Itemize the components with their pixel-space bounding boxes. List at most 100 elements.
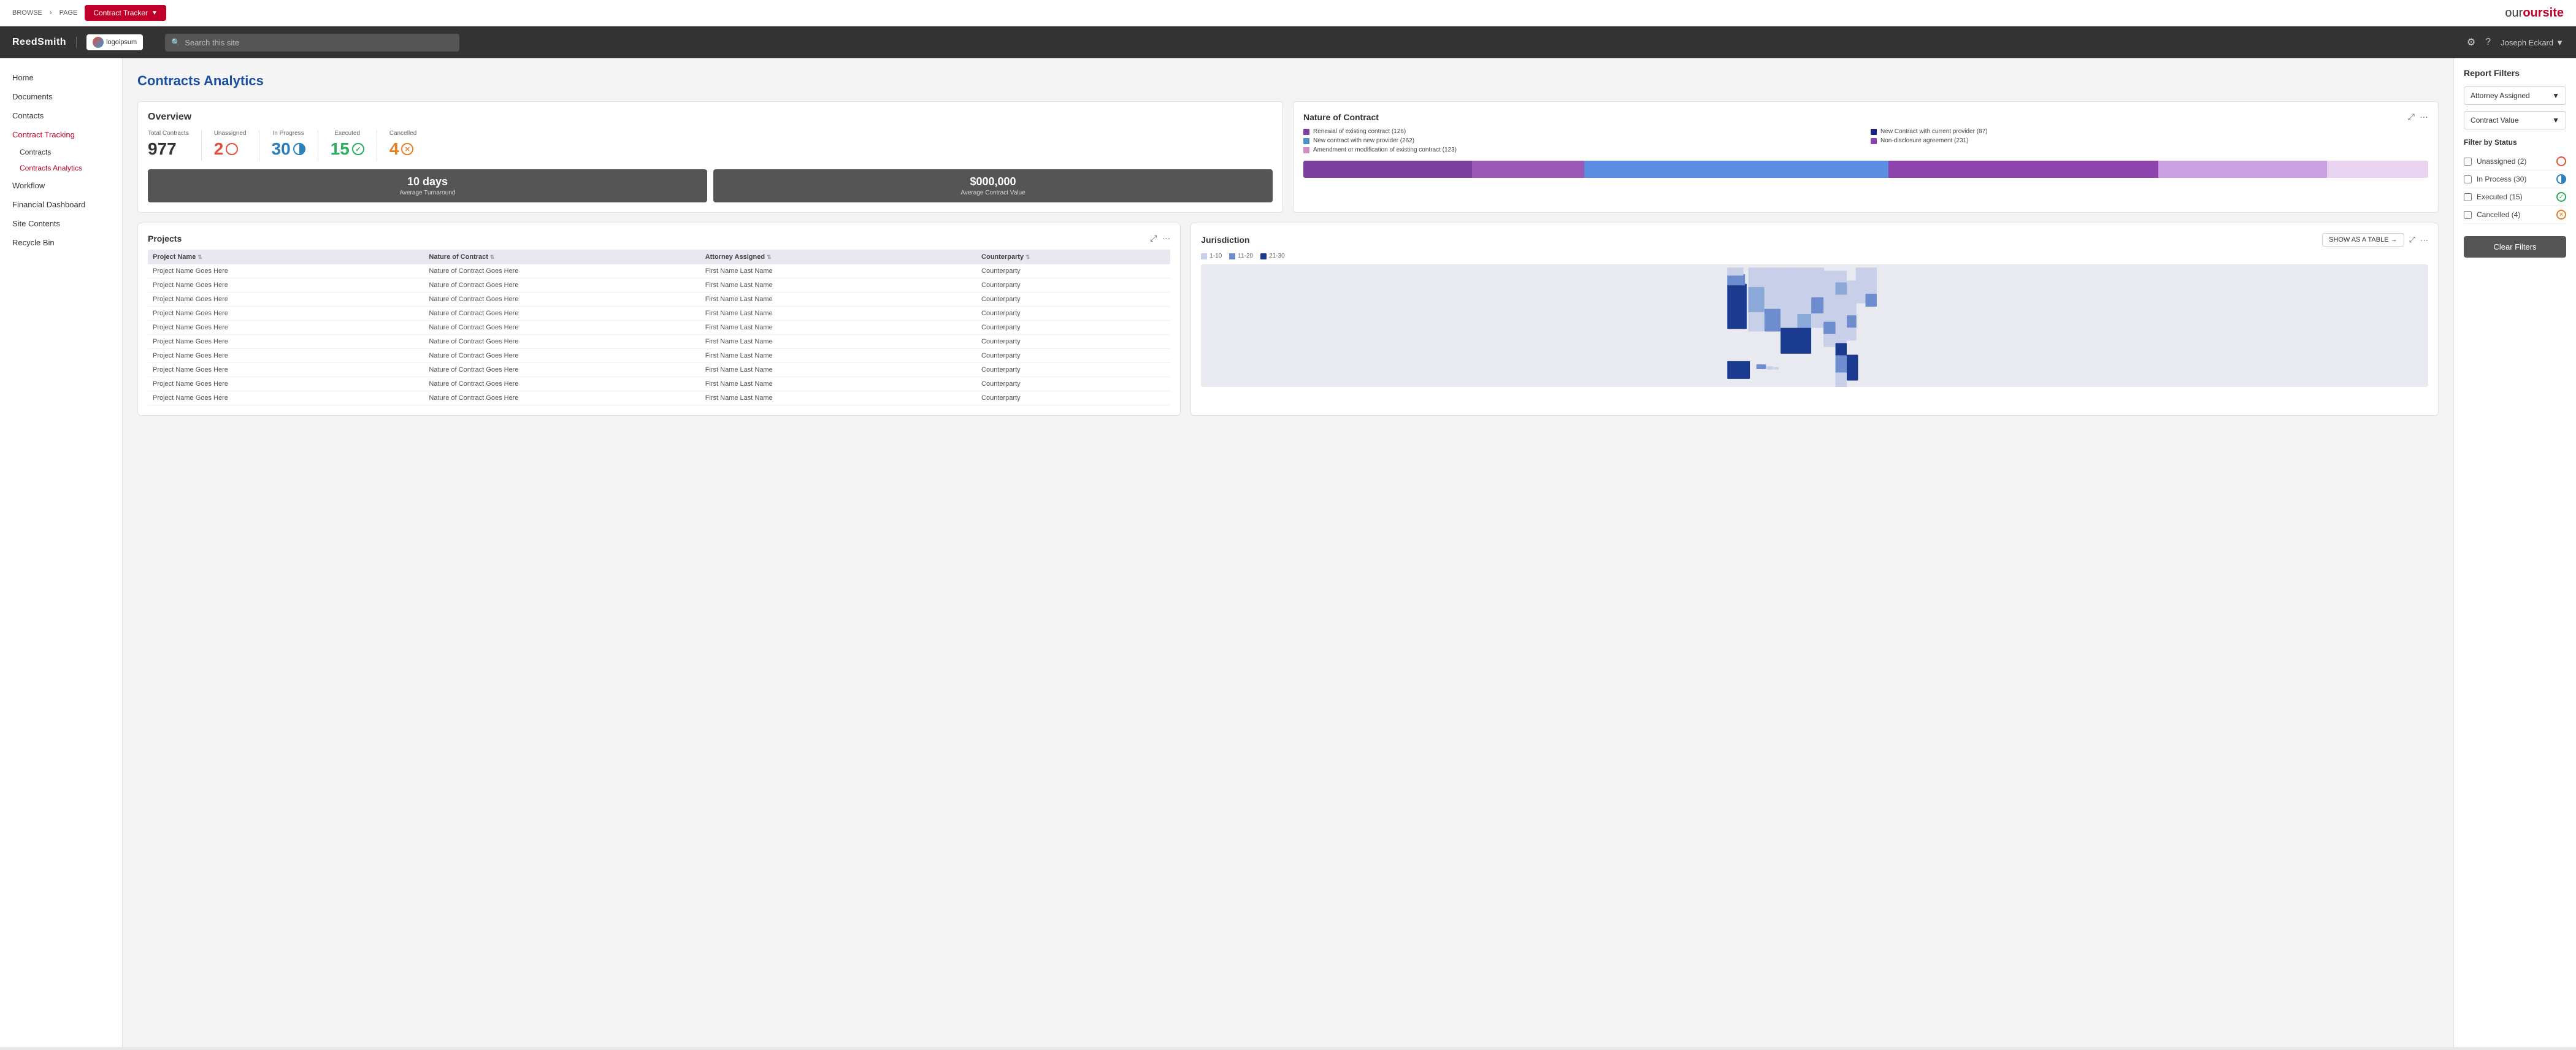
legend-21-30: 21-30 xyxy=(1260,253,1285,259)
state-sd xyxy=(1797,283,1812,299)
projects-table-body: Project Name Goes Here Nature of Contrac… xyxy=(148,264,1170,405)
state-tx xyxy=(1781,328,1811,354)
project-name-cell: Project Name Goes Here xyxy=(153,366,429,374)
sidebar-item-recycle-bin[interactable]: Recycle Bin xyxy=(0,233,122,252)
stats-row: Total Contracts 977 Unassigned 2 xyxy=(148,130,1273,161)
project-name-cell: Project Name Goes Here xyxy=(153,394,429,402)
state-ga xyxy=(1836,355,1847,373)
sidebar: Home Documents Contacts Contract Trackin… xyxy=(0,58,123,1047)
logo-circle-icon xyxy=(93,37,104,48)
state-id xyxy=(1749,267,1765,287)
sidebar-item-financial-dashboard[interactable]: Financial Dashboard xyxy=(0,195,122,214)
expand-jurisdiction-icon[interactable]: ⤢ xyxy=(2409,235,2415,245)
col-attorney[interactable]: Attorney Assigned ⇅ xyxy=(705,253,981,261)
state-wv xyxy=(1836,307,1847,320)
attorney-cell: First Name Last Name xyxy=(705,338,981,345)
project-name-cell: Project Name Goes Here xyxy=(153,282,429,289)
table-row[interactable]: Project Name Goes Here Nature of Contrac… xyxy=(148,335,1170,349)
unassigned-status-icon xyxy=(226,143,238,155)
col-nature[interactable]: Nature of Contract ⇅ xyxy=(429,253,705,261)
table-row[interactable]: Project Name Goes Here Nature of Contrac… xyxy=(148,264,1170,278)
state-nm xyxy=(1765,309,1781,332)
sidebar-item-site-contents[interactable]: Site Contents xyxy=(0,214,122,233)
projects-title: Projects xyxy=(148,234,182,243)
legend-dot-1 xyxy=(1303,129,1309,135)
filter-cancelled: Cancelled (4) ✕ xyxy=(2464,206,2566,224)
filter-unassigned-checkbox[interactable] xyxy=(2464,158,2472,166)
user-menu-button[interactable]: Joseph Eckard ▼ xyxy=(2501,38,2564,47)
brand-name: ReedSmith xyxy=(12,37,77,48)
oursite-logo: ouroursite xyxy=(2505,6,2564,20)
table-row[interactable]: Project Name Goes Here Nature of Contrac… xyxy=(148,349,1170,363)
filter-in-process-checkbox[interactable] xyxy=(2464,175,2472,183)
counterparty-cell: Counterparty xyxy=(981,352,1165,359)
projects-card-actions: ⤢ ··· xyxy=(1150,233,1170,243)
state-vt xyxy=(1856,267,1866,280)
table-row[interactable]: Project Name Goes Here Nature of Contrac… xyxy=(148,363,1170,377)
table-row[interactable]: Project Name Goes Here Nature of Contrac… xyxy=(148,278,1170,293)
state-de xyxy=(1847,304,1857,316)
legend-dot-1-10 xyxy=(1201,253,1207,259)
table-row[interactable]: Project Name Goes Here Nature of Contrac… xyxy=(148,307,1170,321)
projects-card-header: Projects ⤢ ··· xyxy=(148,233,1170,243)
col-project-name[interactable]: Project Name ⇅ xyxy=(153,253,429,261)
filter-executed-checkbox[interactable] xyxy=(2464,193,2472,201)
cancelled-status-icon: ✕ xyxy=(401,143,413,155)
sidebar-sub-contracts[interactable]: Contracts xyxy=(0,144,122,160)
show-as-table-button[interactable]: SHOW AS A TABLE → xyxy=(2322,233,2404,247)
table-row[interactable]: Project Name Goes Here Nature of Contrac… xyxy=(148,293,1170,307)
more-projects-icon[interactable]: ··· xyxy=(1162,233,1170,243)
table-row[interactable]: Project Name Goes Here Nature of Contrac… xyxy=(148,377,1170,391)
col-counterparty[interactable]: Counterparty ⇅ xyxy=(981,253,1165,261)
expand-icon[interactable]: ⤢ xyxy=(2408,112,2415,122)
jurisdiction-title: Jurisdiction xyxy=(1201,235,1249,245)
contract-tracker-button[interactable]: Contract Tracker ▼ xyxy=(85,5,166,21)
search-input[interactable] xyxy=(165,34,459,52)
filter-cancelled-checkbox[interactable] xyxy=(2464,211,2472,219)
state-tn xyxy=(1823,310,1836,323)
state-il xyxy=(1823,283,1836,297)
bar-seg-6 xyxy=(2327,161,2428,178)
state-ct xyxy=(1856,280,1866,293)
state-wi xyxy=(1823,271,1836,284)
table-row[interactable]: Project Name Goes Here Nature of Contrac… xyxy=(148,391,1170,405)
breadcrumb-browse[interactable]: BROWSE xyxy=(12,9,42,17)
legend-1-10: 1-10 xyxy=(1201,253,1222,259)
legend-label-5: Non-disclosure agreement (231) xyxy=(1880,137,1968,144)
state-ar xyxy=(1811,313,1824,328)
sidebar-item-home[interactable]: Home xyxy=(0,68,122,87)
contract-value-metric: $000,000 Average Contract Value xyxy=(713,169,1273,202)
state-oh xyxy=(1836,294,1847,307)
more-icon[interactable]: ··· xyxy=(2420,112,2428,122)
expand-projects-icon[interactable]: ⤢ xyxy=(1150,233,1157,243)
state-mi xyxy=(1836,271,1847,283)
clear-filters-button[interactable]: Clear Filters xyxy=(2464,236,2566,258)
settings-icon[interactable]: ⚙ xyxy=(2467,36,2475,48)
contract-value-dropdown[interactable]: Contract Value ▼ xyxy=(2464,111,2566,129)
metrics-row: 10 days Average Turnaround $000,000 Aver… xyxy=(148,169,1273,202)
legend-dot-4 xyxy=(1871,129,1877,135)
state-ca xyxy=(1728,284,1747,329)
nature-cell: Nature of Contract Goes Here xyxy=(429,282,705,289)
more-jurisdiction-icon[interactable]: ··· xyxy=(2420,236,2428,245)
legend-item-2: New contract with new provider (262) xyxy=(1303,137,1861,144)
state-me xyxy=(1866,267,1877,282)
stat-in-progress: In Progress 30 xyxy=(272,130,305,159)
bar-seg-1 xyxy=(1303,161,1472,178)
page-title: Contracts Analytics xyxy=(137,73,2439,89)
sidebar-item-workflow[interactable]: Workflow xyxy=(0,176,122,195)
help-icon[interactable]: ? xyxy=(2485,37,2491,48)
breadcrumb-page[interactable]: PAGE xyxy=(59,9,78,17)
state-fl xyxy=(1847,354,1858,380)
filter-by-status-title: Filter by Status xyxy=(2464,138,2566,147)
state-nd xyxy=(1797,267,1812,283)
sidebar-sub-contracts-analytics[interactable]: Contracts Analytics xyxy=(0,160,122,176)
panel-title: Report Filters xyxy=(2464,68,2566,78)
attorney-assigned-dropdown[interactable]: Attorney Assigned ▼ xyxy=(2464,86,2566,105)
table-row[interactable]: Project Name Goes Here Nature of Contrac… xyxy=(148,321,1170,335)
sidebar-item-contacts[interactable]: Contacts xyxy=(0,106,122,125)
legend-11-20: 11-20 xyxy=(1229,253,1253,259)
sidebar-item-contract-tracking[interactable]: Contract Tracking xyxy=(0,125,122,144)
sidebar-item-documents[interactable]: Documents xyxy=(0,87,122,106)
state-in xyxy=(1836,282,1847,295)
